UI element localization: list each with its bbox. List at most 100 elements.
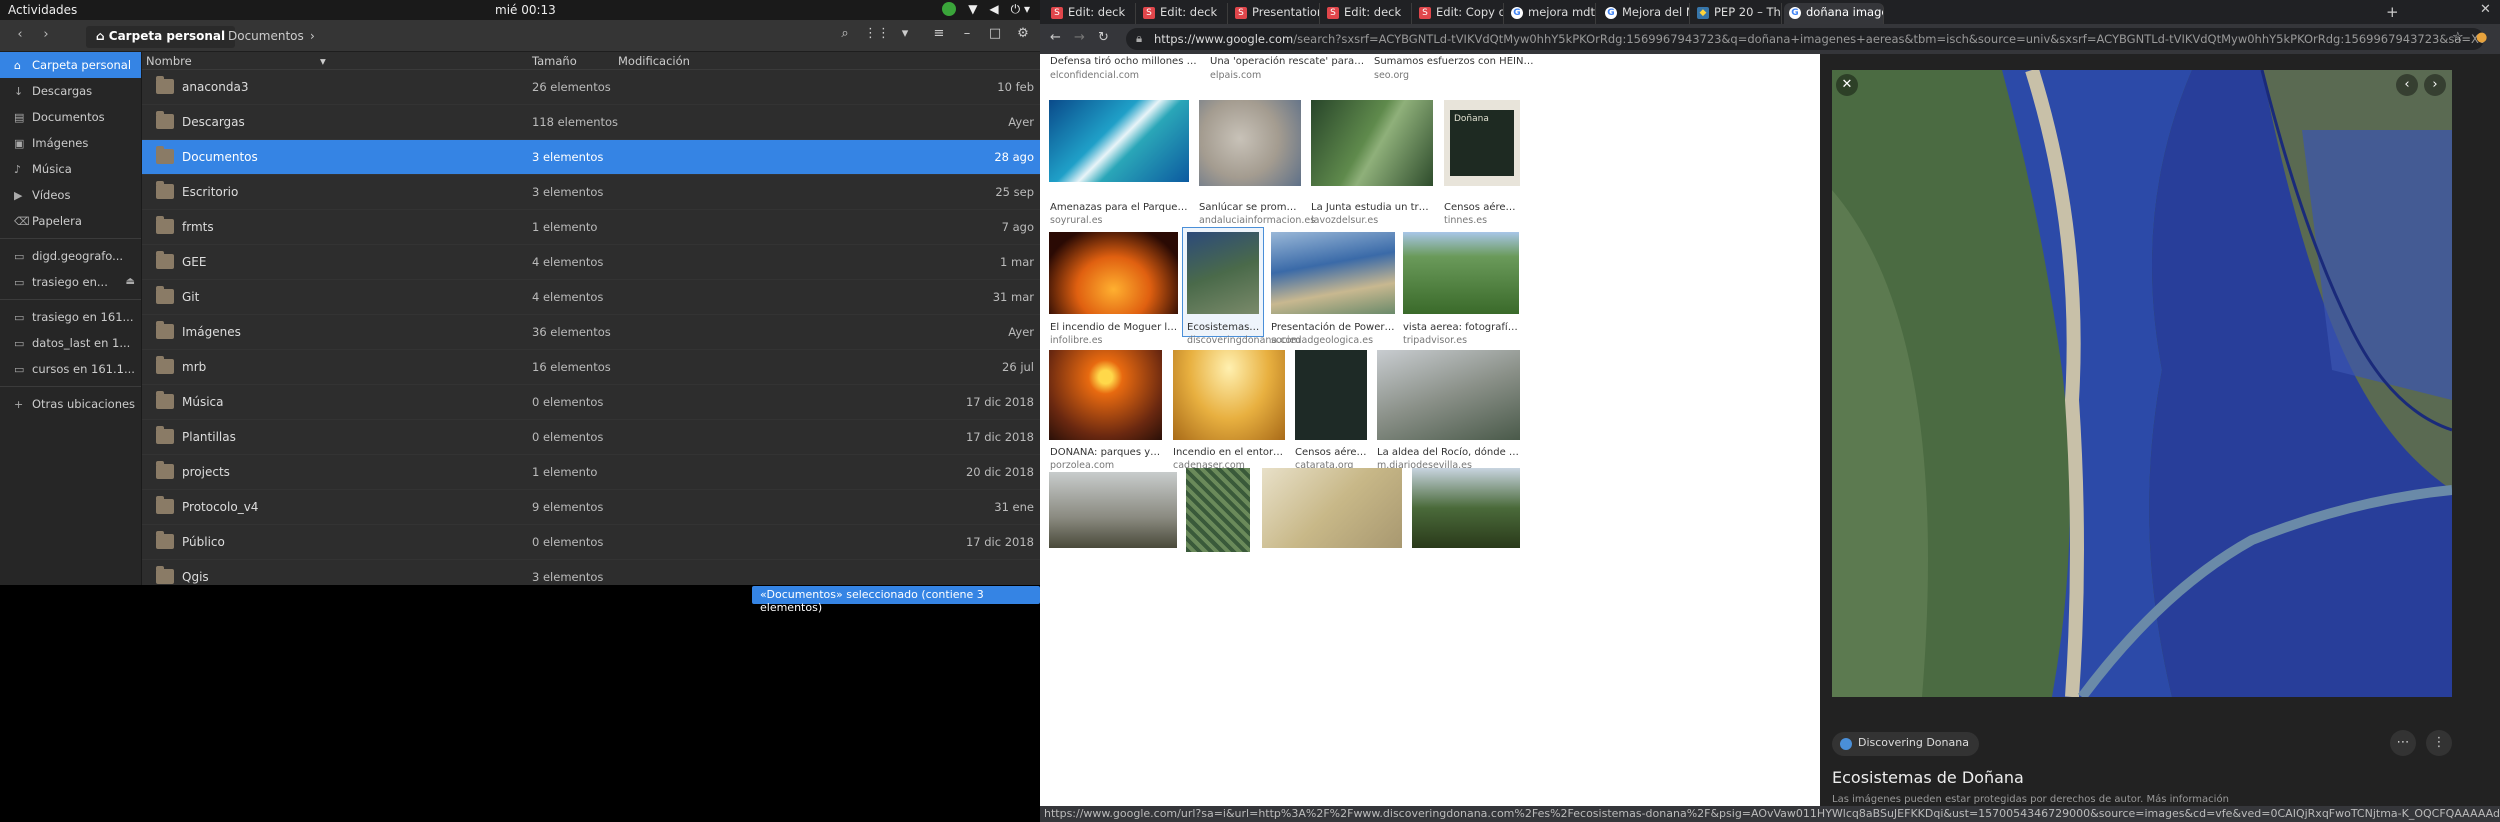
extension-icon[interactable]: ● [2476,30,2487,45]
result-caption[interactable]: Censos aéreos de aves ... [1295,447,1367,458]
file-row[interactable]: mrb 16 elementos 26 jul [142,350,1040,385]
browser-tab[interactable]: ◆ PEP 20 – The Zen o [1692,3,1782,24]
sidebar-item[interactable]: ↓ Descargas [0,78,141,104]
lock-icon[interactable]: 🔒︎ [1136,31,1142,46]
result-thumbnail[interactable] [1049,100,1189,182]
file-row[interactable]: Protocolo_v4 9 elementos 31 ene [142,490,1040,525]
breadcrumb-more-icon[interactable]: › [300,26,325,48]
system-tray[interactable]: ▼ ◀ ⏻ ▾ [942,2,1030,17]
result-thumbnail[interactable] [1271,232,1395,314]
result-thumbnail[interactable] [1049,350,1162,440]
file-row[interactable]: projects 1 elemento 20 dic 2018 [142,455,1040,490]
browser-tab[interactable]: S Edit: deck [1138,3,1228,24]
preview-image[interactable] [1832,70,2452,697]
bookmark-star-icon[interactable]: ☆ [2452,30,2464,45]
forward-icon[interactable]: › [36,27,56,45]
browser-tab[interactable]: Gmejora mdt emba [1506,3,1596,24]
view-grid-icon[interactable]: ⋮⋮ [864,26,890,46]
result-caption[interactable]: vista aerea: fotografía de Cerros Bravo … [1403,322,1519,333]
sidebar-item[interactable]: ▤ Documentos [0,104,141,130]
preview-prev-icon[interactable]: ‹ [2396,74,2418,96]
result-caption[interactable]: Defensa tiró ocho millones en el Aeródro… [1050,56,1200,67]
source-site-chip[interactable]: Discovering Donana [1832,732,1979,756]
result-thumbnail[interactable] [1199,100,1301,186]
browser-tab[interactable]: Gdoñana imagenes [1784,3,1884,24]
file-row[interactable]: Plantillas 0 elementos 17 dic 2018 [142,420,1040,455]
menu-icon[interactable]: ≡ [928,26,950,46]
browser-tab[interactable]: S Edit: deck [1322,3,1412,24]
browser-tab[interactable]: S Edit: deck [1046,3,1136,24]
sort-arrow-icon[interactable]: ▾ [320,54,326,68]
eject-icon[interactable]: ⏏ [126,269,135,295]
reload-button[interactable]: ↻ [1098,30,1109,45]
result-caption[interactable]: La Junta estudia un trazado "compatible"… [1311,202,1433,213]
result-caption[interactable]: Incendio en el entorno de Doñana | Foto.… [1173,447,1285,458]
file-row[interactable]: Música 0 elementos 17 dic 2018 [142,385,1040,420]
result-caption[interactable]: Sanlúcar se promocionará en la I Fe... [1199,202,1301,213]
sidebar-item[interactable]: ▭ digd.geografo... [0,243,141,269]
activities-button[interactable]: Actividades [8,3,77,17]
minimize-icon[interactable]: – [956,26,978,46]
clock[interactable]: mié 00:13 [495,3,556,17]
result-caption[interactable]: Sumamos esfuerzos con HEINEKEN por la re… [1374,56,1534,67]
result-caption[interactable]: La aldea del Rocío, dónde está y cómo ll… [1377,447,1520,458]
result-thumbnail[interactable] [1186,468,1250,552]
column-modified[interactable]: Modificación [618,54,690,68]
result-caption[interactable]: Presentación de PowerPoint [1271,322,1395,333]
sidebar-item[interactable]: ♪ Música [0,156,141,182]
result-caption[interactable]: El incendio de Moguer llega al Espacio N… [1050,322,1179,333]
sidebar-item[interactable]: ⌫ Papelera [0,208,141,234]
sidebar-item[interactable]: ▭ datos_last en 1... [0,330,141,356]
sidebar-item[interactable]: ▭ cursos en 161.1... [0,356,141,382]
maximize-icon[interactable]: □ [984,26,1006,46]
result-caption[interactable]: Amenazas para el Parque Nacional de Doña… [1050,202,1190,213]
file-row[interactable]: GEE 4 elementos 1 mar [142,245,1040,280]
result-thumbnail[interactable] [1049,232,1178,314]
view-options-icon[interactable]: ▾ [894,26,916,46]
network-icon[interactable]: ▼ [968,2,977,17]
back-icon[interactable]: ‹ [10,27,30,45]
sidebar-item[interactable]: + Otras ubicaciones [0,391,141,417]
power-icon[interactable]: ⏻ ▾ [1011,2,1030,17]
result-thumbnail[interactable] [1049,472,1177,548]
file-row[interactable]: Git 4 elementos 31 mar [142,280,1040,315]
address-bar[interactable]: 🔒︎ https://www.google.com/search?sxsrf=A… [1126,28,2484,50]
result-thumbnail[interactable]: Doñana [1444,100,1520,186]
forward-button[interactable]: → [1074,30,1085,45]
file-row[interactable]: Escritorio 3 elementos 25 sep [142,175,1040,210]
column-name[interactable]: Nombre [146,54,192,68]
browser-tab[interactable]: G Mejora del Modelo [1600,3,1690,24]
preview-next-icon[interactable]: › [2424,74,2446,96]
preview-title[interactable]: Ecosistemas de Doñana [1832,768,2024,787]
file-row[interactable]: frmts 1 elemento 7 ago [142,210,1040,245]
file-row[interactable]: Qgis 3 elementos [142,560,1040,585]
result-thumbnail[interactable] [1403,232,1519,314]
result-thumbnail[interactable] [1262,468,1402,548]
search-icon[interactable]: ⌕ [834,26,856,46]
file-row[interactable]: Público 0 elementos 17 dic 2018 [142,525,1040,560]
share-icon[interactable]: ⋯ [2390,730,2416,756]
result-caption[interactable]: Censos aéreos de aves ac... [1444,202,1520,213]
file-row[interactable]: Descargas 118 elementos Ayer [142,105,1040,140]
sidebar-item[interactable]: ▭ trasiego en 161... [0,304,141,330]
update-icon[interactable] [942,2,957,16]
column-size[interactable]: Tamaño [532,54,577,68]
result-thumbnail[interactable] [1187,232,1259,314]
result-thumbnail[interactable] [1412,468,1520,548]
sidebar-item[interactable]: ▣ Imágenes [0,130,141,156]
result-caption[interactable]: DOÑANA: parques y reservas naturales -..… [1050,447,1163,458]
close-icon[interactable]: ⚙ [1012,26,1034,46]
volume-icon[interactable]: ◀ [989,2,998,17]
browser-tab[interactable]: S Edit: Copy of Proto [1414,3,1504,24]
result-caption[interactable]: Ecosistemas de Doñana [1187,322,1261,333]
file-row[interactable]: Imágenes 36 elementos Ayer [142,315,1040,350]
browser-tab[interactable]: S Presentations by D [1230,3,1320,24]
sidebar-item[interactable]: ▭ trasiego en... ⏏ [0,269,141,295]
sidebar-item[interactable]: ⌂ Carpeta personal [0,52,141,78]
sidebar-item[interactable]: ▶ Vídeos [0,182,141,208]
file-row[interactable]: anaconda3 26 elementos 10 feb [142,70,1040,105]
file-row[interactable]: Documentos 3 elementos 28 ago [142,140,1040,175]
new-tab-button[interactable]: + [2386,3,2399,21]
result-thumbnail[interactable] [1377,350,1520,440]
more-icon[interactable]: ⋮ [2426,730,2452,756]
